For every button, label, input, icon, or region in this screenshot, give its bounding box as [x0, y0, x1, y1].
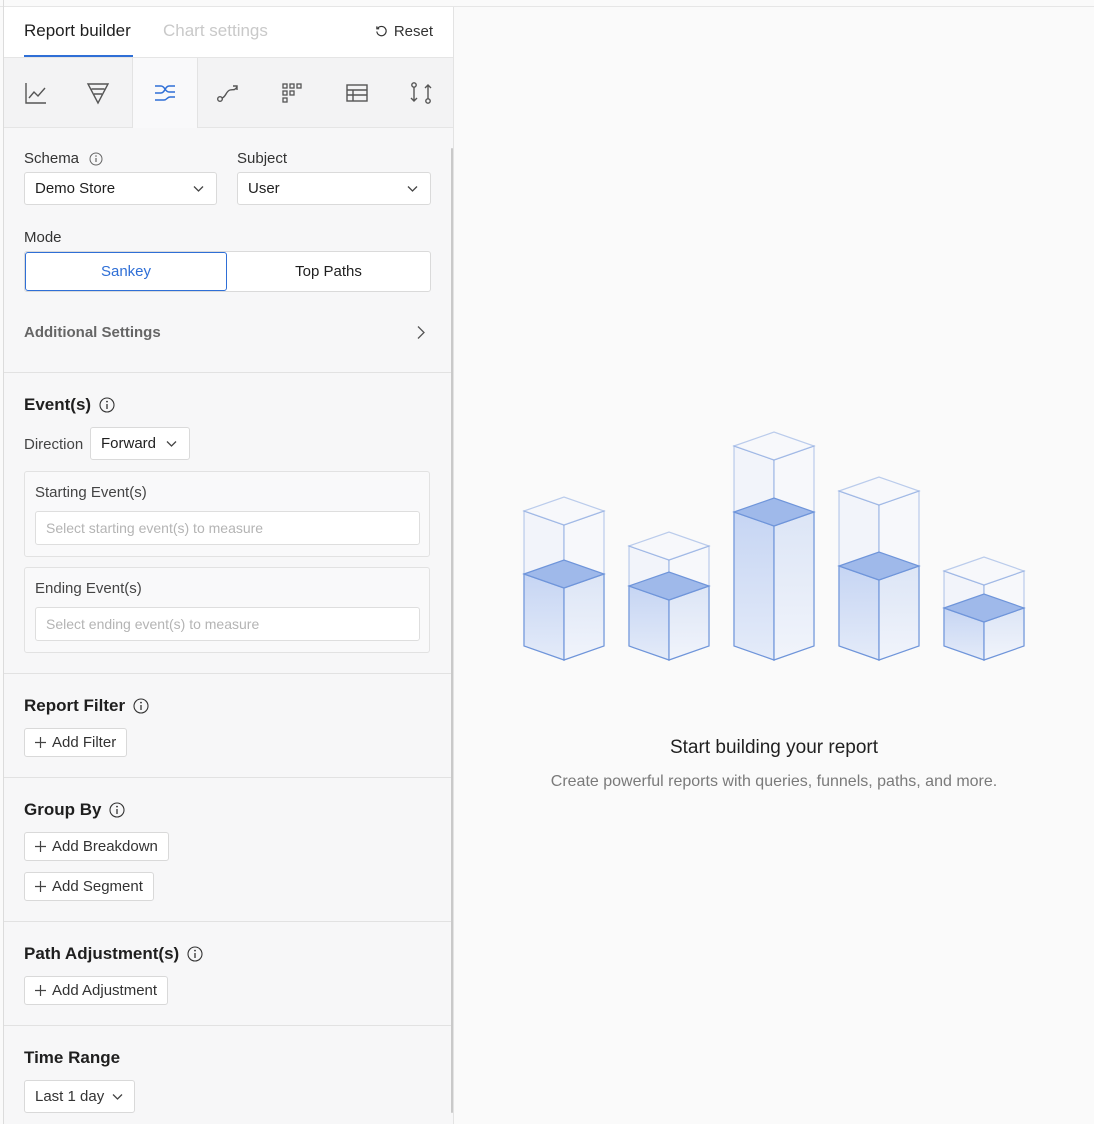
plus-icon	[35, 841, 46, 852]
chart-type-grid[interactable]	[260, 58, 324, 127]
schema-label-text: Schema	[24, 150, 80, 167]
add-segment-button[interactable]: Add Segment	[24, 872, 154, 901]
divider	[4, 673, 453, 674]
reset-button[interactable]: Reset	[375, 23, 433, 40]
mode-toggle: Sankey Top Paths	[24, 251, 431, 292]
time-range-select[interactable]: Last 1 day	[24, 1080, 136, 1113]
report-filter-title: Report Filter	[24, 696, 126, 715]
illustration-shape	[773, 511, 815, 661]
chevron-down-icon	[193, 186, 204, 192]
time-range-title: Time Range	[24, 1048, 121, 1067]
info-icon	[109, 802, 126, 818]
add-filter-label: Add Filter	[52, 734, 117, 751]
tab-chart-settings[interactable]: Chart settings	[163, 21, 268, 41]
direction-select[interactable]: Forward	[90, 427, 190, 460]
schema-select[interactable]: Demo Store	[24, 172, 217, 205]
grid-icon	[282, 82, 302, 103]
path-adjustments-section-title: Path Adjustment(s)	[24, 944, 203, 964]
divider	[4, 1025, 453, 1026]
group-by-title: Group By	[24, 800, 102, 819]
chart-type-path[interactable]	[196, 58, 260, 127]
empty-state-subtitle: Create powerful reports with queries, fu…	[550, 773, 998, 790]
divider	[4, 777, 453, 778]
illustration-shape	[523, 573, 565, 661]
path-adjustments-title: Path Adjustment(s)	[24, 944, 180, 963]
plus-icon	[35, 737, 46, 748]
info-icon	[133, 698, 149, 714]
funnel-icon	[86, 82, 110, 105]
group-by-section-title: Group By	[24, 800, 126, 820]
chart-type-line[interactable]	[4, 58, 68, 127]
time-range-section-title: Time Range	[24, 1048, 120, 1068]
mode-option-sankey[interactable]: Sankey	[25, 252, 227, 291]
plus-icon	[35, 985, 46, 996]
empty-state-illustration	[522, 431, 1026, 661]
chart-type-table[interactable]	[325, 58, 389, 127]
add-filter-button[interactable]: Add Filter	[24, 728, 128, 757]
divider	[4, 921, 453, 922]
subject-label: Subject	[237, 150, 288, 167]
compare-icon	[410, 81, 432, 104]
chevron-down-icon	[166, 441, 177, 447]
ending-events-label: Ending Event(s)	[35, 580, 142, 597]
starting-events-label: Starting Event(s)	[35, 484, 147, 501]
ending-events-input[interactable]: Select ending event(s) to measure	[35, 607, 420, 641]
chart-type-funnel[interactable]	[66, 58, 130, 127]
chevron-down-icon	[112, 1094, 123, 1100]
chart-type-flows[interactable]	[132, 58, 198, 128]
reset-icon	[376, 25, 387, 37]
active-tab-indicator	[24, 55, 133, 57]
illustration-shape	[733, 511, 775, 661]
starting-events-input[interactable]: Select starting event(s) to measure	[35, 511, 420, 545]
schema-value: Demo Store	[35, 180, 116, 197]
tab-report-builder[interactable]: Report builder	[24, 21, 131, 41]
direction-value: Forward	[101, 435, 157, 452]
info-icon	[99, 397, 115, 413]
path-icon	[217, 84, 238, 102]
chart-type-toolbar	[4, 58, 453, 128]
chart-type-compare[interactable]	[389, 58, 453, 127]
chevron-right-icon[interactable]	[416, 325, 426, 340]
table-icon	[346, 83, 368, 102]
ending-events-box: Ending Event(s) Select ending event(s) t…	[24, 567, 430, 653]
plus-icon	[35, 881, 46, 892]
report-filter-section-title: Report Filter	[24, 696, 149, 716]
add-breakdown-button[interactable]: Add Breakdown	[24, 832, 169, 861]
illustration-shape	[563, 573, 605, 661]
add-breakdown-label: Add Breakdown	[52, 838, 158, 855]
panel-scrollbar[interactable]	[451, 148, 453, 1113]
divider	[4, 372, 453, 373]
schema-label: Schema	[24, 150, 103, 167]
report-canvas: Start building your report Create powerf…	[454, 7, 1094, 1124]
add-adjustment-button[interactable]: Add Adjustment	[24, 976, 169, 1005]
time-range-value: Last 1 day	[35, 1088, 105, 1105]
empty-state-title: Start building your report	[669, 737, 879, 758]
add-adjustment-label: Add Adjustment	[52, 982, 158, 999]
direction-label: Direction	[24, 436, 84, 453]
subject-value: User	[248, 180, 280, 197]
add-segment-label: Add Segment	[52, 878, 143, 895]
subject-select[interactable]: User	[237, 172, 431, 205]
info-icon	[187, 946, 203, 962]
starting-events-box: Starting Event(s) Select starting event(…	[24, 471, 430, 557]
info-icon	[89, 152, 103, 166]
mode-label: Mode	[24, 229, 62, 246]
flows-icon	[155, 85, 175, 101]
report-builder-panel: Report builder Chart settings Reset Sche…	[4, 7, 454, 1124]
chevron-down-icon	[407, 186, 418, 192]
line-chart-icon	[25, 82, 46, 104]
illustration-shape	[838, 565, 880, 661]
events-title: Event(s)	[24, 395, 92, 414]
illustration-shape	[878, 565, 920, 661]
events-section-title: Event(s)	[24, 395, 115, 415]
panel-header: Report builder Chart settings Reset	[4, 7, 453, 58]
mode-option-top-paths[interactable]: Top Paths	[227, 252, 430, 291]
additional-settings[interactable]: Additional Settings	[24, 324, 161, 341]
reset-label: Reset	[393, 23, 433, 40]
